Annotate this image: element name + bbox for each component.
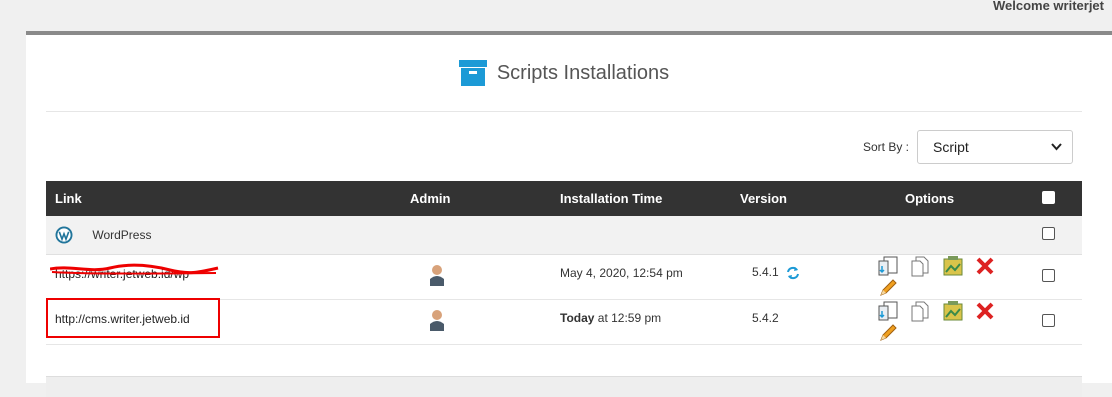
col-version: Version [740,191,787,206]
scripts-panel: Scripts Installations Sort By : Script L… [26,31,1112,397]
highlight-box [46,298,220,338]
panel-title-row: Scripts Installations [46,35,1082,112]
clone-icon[interactable] [909,300,931,322]
row-checkbox[interactable] [1042,313,1055,327]
install-time: May 4, 2020, 12:54 pm [560,265,683,280]
col-options: Options [905,191,955,206]
table-row: https://writer.jetweb.id/wp May 4, 2020,… [46,254,1082,299]
col-link: Link [55,191,82,206]
group-checkbox[interactable] [1042,226,1055,240]
redaction-scribble [50,263,219,275]
sort-label: Sort By : [862,140,909,154]
version-text: 5.4.2 [752,310,779,325]
table-header-row: Link Admin Installation Time Version Opt… [46,181,1082,216]
col-admin: Admin [410,191,451,206]
install-time: Today at 12:59 pm [551,295,731,340]
page-title: Scripts Installations [496,61,670,84]
welcome-text: Welcome writerjet [992,0,1104,13]
admin-user-icon[interactable] [429,309,445,331]
wordpress-icon [55,226,73,244]
admin-user-icon[interactable] [429,264,445,286]
backup-icon[interactable] [877,300,899,322]
row-checkbox[interactable] [1042,268,1055,282]
sort-control: Sort By : Script [863,130,1073,164]
install-time-day: Today [560,310,595,325]
col-installation-time: Installation Time [560,191,663,206]
staging-icon[interactable] [942,255,964,277]
clone-icon[interactable] [909,255,931,277]
remove-icon[interactable] [974,255,996,277]
group-name: WordPress [92,227,152,242]
install-time-rest: at 12:59 pm [594,310,662,325]
next-group-strip [46,376,1082,397]
edit-icon[interactable] [877,277,899,299]
edit-icon[interactable] [877,322,899,344]
staging-icon[interactable] [942,300,964,322]
sort-selected-value: Script [933,139,969,155]
version-text: 5.4.1 [752,265,779,280]
archive-box-icon [458,60,487,86]
sort-select[interactable]: Script [917,130,1073,164]
remove-icon[interactable] [974,300,996,322]
select-all-checkbox[interactable] [1042,190,1055,204]
backup-icon[interactable] [877,255,899,277]
chevron-down-icon [1051,143,1062,151]
upgrade-sync-icon[interactable] [786,266,800,280]
group-row-wordpress: WordPress [46,216,1082,254]
